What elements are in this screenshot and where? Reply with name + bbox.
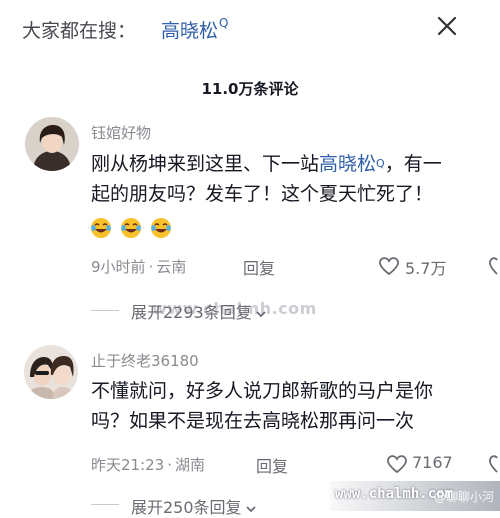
search-icon: Q <box>376 157 385 170</box>
comment-text-part: 刚从杨坤来到这里、下一站 <box>91 153 320 175</box>
comment-time: 昨天21:23 <box>91 456 165 474</box>
like-count: 7167 <box>412 453 453 472</box>
chevron-down-icon <box>245 505 256 512</box>
comment-meta: 9小时前 · 云南 <box>91 256 186 277</box>
search-icon: Q <box>219 16 229 30</box>
comment-meta: 昨天21:23 · 湖南 <box>91 454 205 475</box>
comment-location: 湖南 <box>175 456 206 474</box>
laugh-cry-emoji-icon <box>91 218 111 238</box>
meta-separator: · <box>167 456 173 474</box>
search-term-text: 高晓松 <box>161 20 219 42</box>
search-prefix-label: 大家都在搜： <box>22 20 137 42</box>
watermark-text: www.chalmh.com <box>152 299 317 318</box>
watermark-handle: @聊聊小河 <box>433 490 494 504</box>
meta-separator: · <box>148 258 154 276</box>
comment-time: 9小时前 <box>91 258 146 276</box>
search-suggestion-link[interactable]: 高晓松Q <box>161 16 228 43</box>
comment-text-part: ，有一 <box>384 153 442 175</box>
comment-username[interactable]: 止于终老36180 <box>91 350 199 371</box>
comment-link-text: 高晓松 <box>319 153 377 175</box>
comment-text-line: 吗？如果不是现在去高晓松那再问一次 <box>91 410 415 432</box>
divider <box>91 310 119 311</box>
expand-replies-button[interactable]: 展开250条回复 <box>131 494 257 518</box>
heart-icon[interactable] <box>386 454 408 474</box>
comment-search-link[interactable]: 高晓松Q <box>319 153 385 175</box>
divider <box>91 504 119 505</box>
search-suggestion-bar: 大家都在搜： 高晓松Q <box>0 0 500 60</box>
comment-text-line: 起的朋友吗？发车了！这个夏天忙死了！ <box>91 183 434 205</box>
watermark-badge: www.chalmh.com @聊聊小河 <box>330 481 500 511</box>
laugh-cry-emoji-icon <box>121 218 142 238</box>
close-icon[interactable] <box>435 14 459 38</box>
comment-count-title: 11.0万条评论 <box>201 80 299 98</box>
avatar[interactable] <box>25 117 79 171</box>
comment-text: 刚从杨坤来到这里、下一站高晓松Q，有一 起的朋友吗？发车了！这个夏天忙死了！ <box>91 149 500 209</box>
reply-button[interactable]: 回复 <box>243 255 275 279</box>
avatar[interactable] <box>24 345 78 399</box>
laugh-cry-emoji-icon <box>151 218 172 238</box>
comment-location: 云南 <box>156 258 187 276</box>
heart-icon[interactable] <box>378 256 400 276</box>
comment-text: 不懂就问，好多人说刀郎新歌的马户是你 吗？如果不是现在去高晓松那再问一次 <box>91 376 500 436</box>
comment-username[interactable]: 钰婠好物 <box>91 122 151 143</box>
dislike-icon[interactable] <box>488 454 500 474</box>
comment-text-line: 不懂就问，好多人说刀郎新歌的马户是你 <box>91 380 434 402</box>
reply-button[interactable]: 回复 <box>256 453 288 477</box>
dislike-icon[interactable] <box>488 256 500 276</box>
expand-replies-label: 展开250条回复 <box>131 498 242 517</box>
like-count: 5.7万 <box>405 259 447 278</box>
emoji-row <box>90 217 175 239</box>
